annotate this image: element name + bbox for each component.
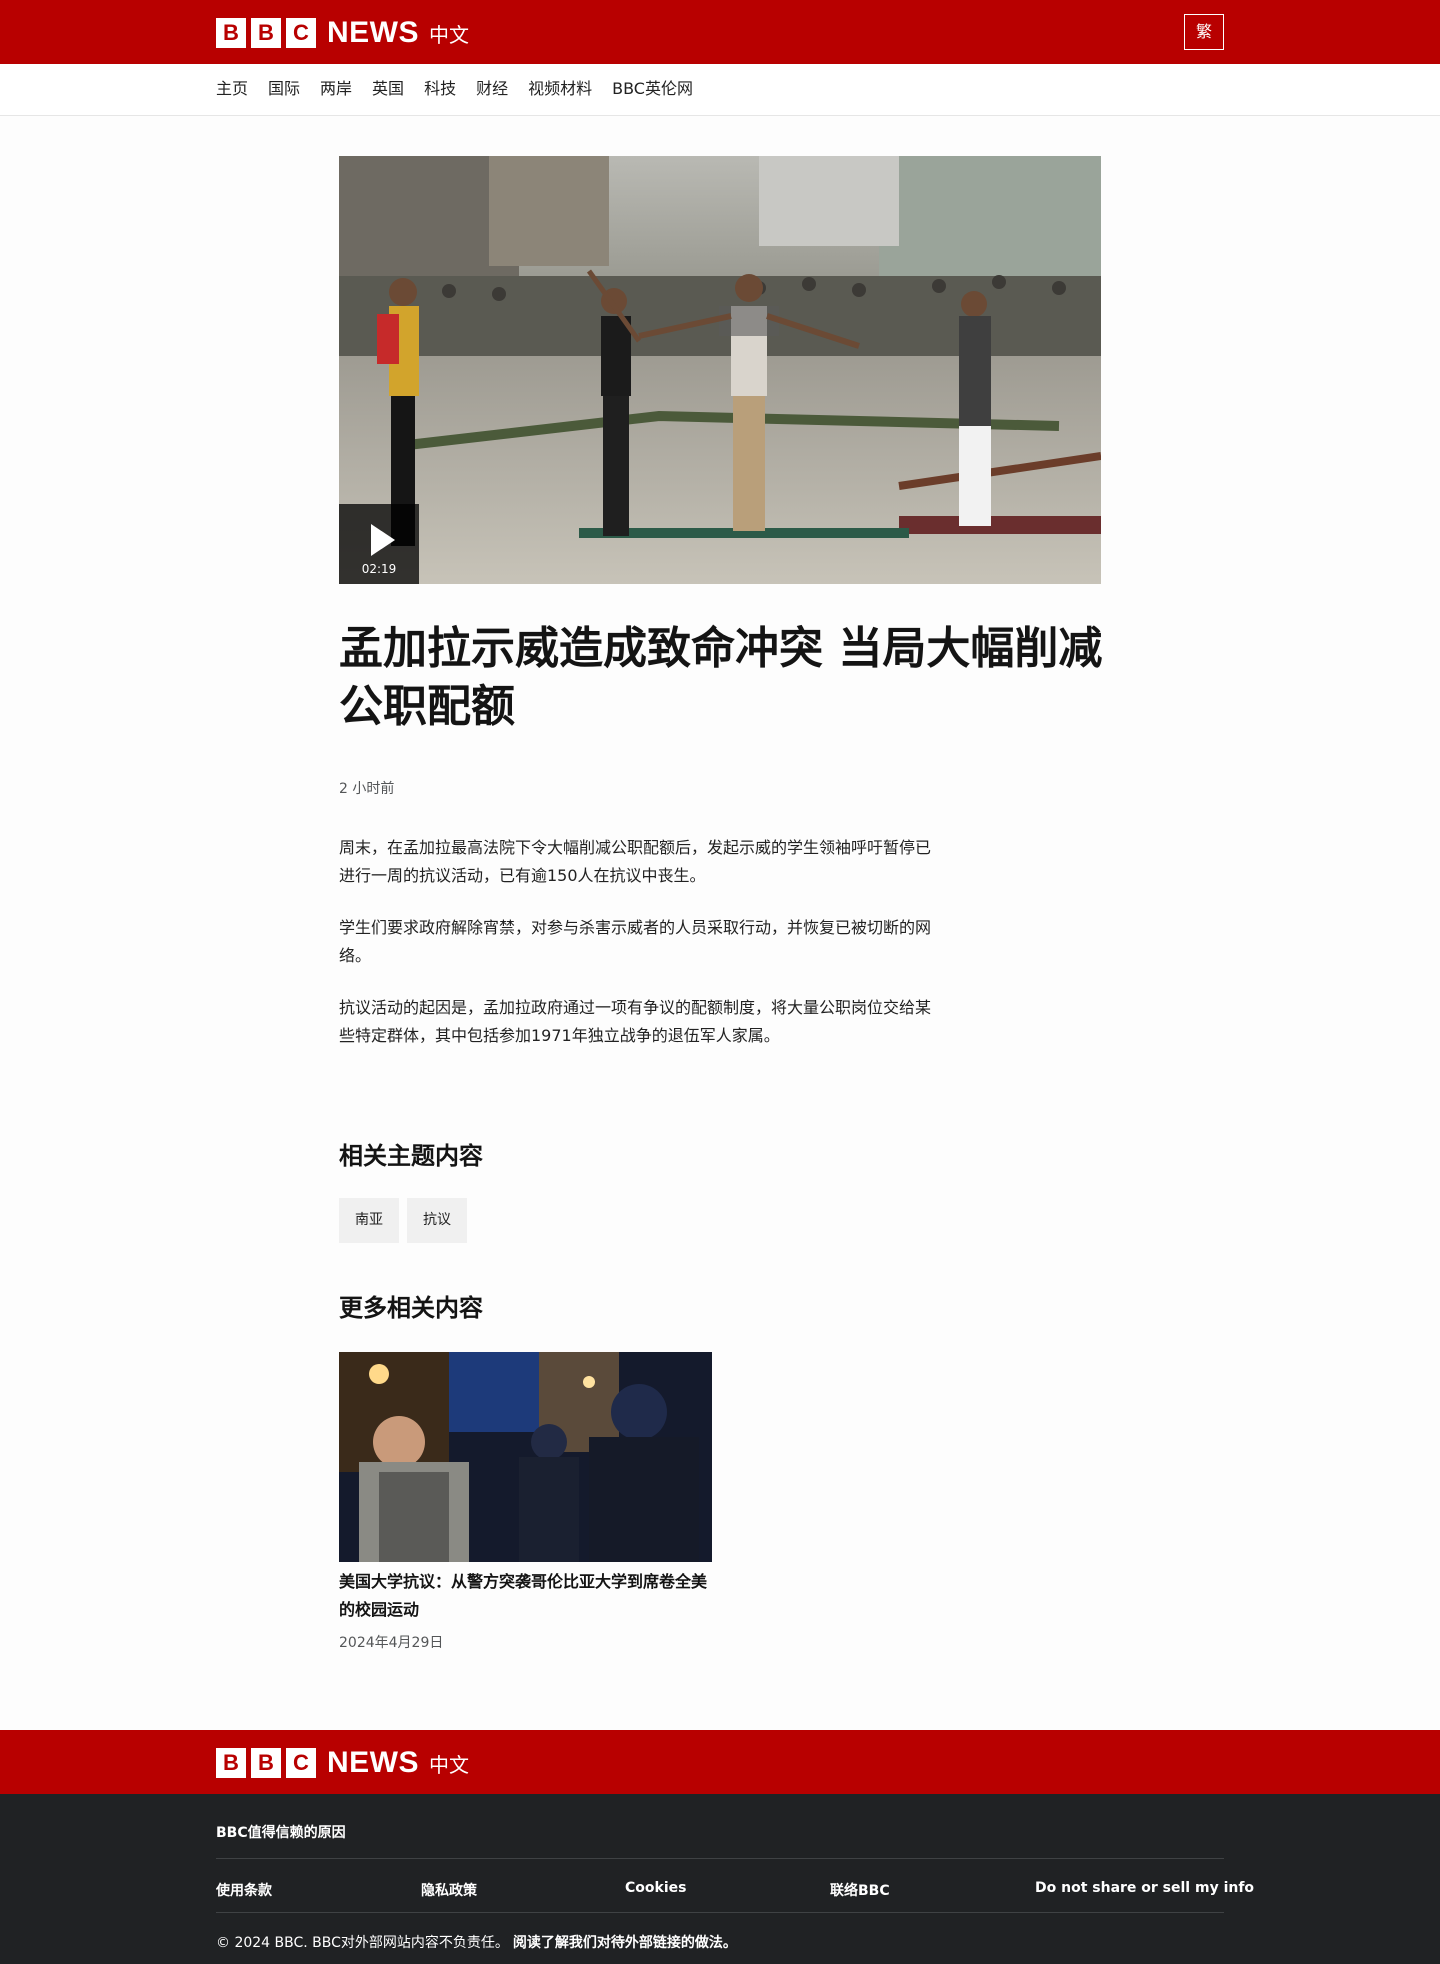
logo-news: NEWS (327, 1746, 419, 1779)
video-duration: 02:19 (361, 562, 397, 576)
play-button[interactable]: 02:19 (339, 504, 419, 584)
bbc-news-logo[interactable]: B B C NEWS 中文 (216, 16, 469, 50)
logo-letter-b1: B (216, 1748, 246, 1778)
footer-divider (216, 1858, 1224, 1859)
article-body: 周末，在孟加拉最高法院下令大幅削减公职配额后，发起示威的学生领袖呼吁暂停已进行一… (339, 834, 939, 1074)
logo-letter-c: C (286, 1748, 316, 1778)
more-related-title: 更多相关内容 (339, 1294, 483, 1322)
footer-link-contact[interactable]: 联络BBC (830, 1880, 890, 1900)
nav-item-tech[interactable]: 科技 (424, 79, 456, 99)
topic-tags: 南亚 抗议 (339, 1198, 475, 1243)
logo-news: NEWS (327, 16, 419, 49)
related-card-image[interactable] (339, 1352, 712, 1562)
footer-link-terms[interactable]: 使用条款 (216, 1880, 272, 1900)
external-links-policy-link[interactable]: 阅读了解我们对待外部链接的做法。 (513, 1935, 737, 1951)
logo-chinese: 中文 (429, 1752, 469, 1777)
footer-brand-bar: B B C NEWS 中文 (0, 1730, 1440, 1794)
copyright-notice: © 2024 BBC. BBC对外部网站内容不负责任。 阅读了解我们对待外部链接的… (216, 1932, 737, 1952)
related-card-title[interactable]: 美国大学抗议：从警方突袭哥伦比亚大学到席卷全美的校园运动 (339, 1568, 719, 1624)
logo-chinese: 中文 (429, 22, 469, 47)
play-icon (371, 524, 395, 556)
topic-tag-south-asia[interactable]: 南亚 (339, 1198, 399, 1243)
logo-letter-b2: B (251, 1748, 281, 1778)
footer-divider (216, 1912, 1224, 1913)
footer-link-privacy[interactable]: 隐私政策 (421, 1880, 477, 1900)
nav-item-cross-strait[interactable]: 两岸 (320, 79, 352, 99)
why-trust-bbc-link[interactable]: BBC值得信赖的原因 (216, 1822, 346, 1842)
topic-tag-protest[interactable]: 抗议 (407, 1198, 467, 1243)
campus-protest-photo (339, 1352, 712, 1562)
nav-item-finance[interactable]: 财经 (476, 79, 508, 99)
protest-photo (339, 156, 1101, 584)
logo-letter-b1: B (216, 18, 246, 48)
nav-item-international[interactable]: 国际 (268, 79, 300, 99)
copyright-text: © 2024 BBC. BBC对外部网站内容不负责任。 (216, 1935, 509, 1951)
footer: BBC值得信赖的原因 使用条款 隐私政策 Cookies 联络BBC Do no… (0, 1794, 1440, 1964)
article-paragraph: 抗议活动的起因是，孟加拉政府通过一项有争议的配额制度，将大量公职岗位交给某些特定… (339, 998, 932, 1045)
footer-bbc-news-logo[interactable]: B B C NEWS 中文 (216, 1746, 469, 1780)
logo-letter-b2: B (251, 18, 281, 48)
nav-item-home[interactable]: 主页 (216, 79, 248, 99)
nav-item-bbc-uk-china[interactable]: BBC英伦网 (612, 79, 693, 99)
article-paragraph: 周末，在孟加拉最高法院下令大幅削减公职配额后，发起示威的学生领袖呼吁暂停已进行一… (339, 838, 932, 885)
related-topics-title: 相关主题内容 (339, 1142, 483, 1170)
main-navigation: 主页 国际 两岸 英国 科技 财经 视频材料 BBC英伦网 (0, 64, 1440, 116)
video-player[interactable]: 02:19 (339, 156, 1101, 584)
nav-item-video[interactable]: 视频材料 (528, 79, 592, 99)
nav-item-uk[interactable]: 英国 (372, 79, 404, 99)
related-card-date: 2024年4月29日 (339, 1635, 444, 1651)
footer-link-cookies[interactable]: Cookies (625, 1880, 686, 1896)
site-header: B B C NEWS 中文 繁 (0, 0, 1440, 64)
logo-letter-c: C (286, 18, 316, 48)
article-headline: 孟加拉示威造成致命冲突 当局大幅削减公职配额 (339, 623, 1103, 732)
article-timestamp: 2 小时前 (339, 781, 395, 797)
traditional-chinese-toggle[interactable]: 繁 (1184, 14, 1224, 50)
footer-link-do-not-sell[interactable]: Do not share or sell my info (1035, 1880, 1254, 1896)
article-paragraph: 学生们要求政府解除宵禁，对参与杀害示威者的人员采取行动，并恢复已被切断的网络。 (339, 918, 932, 965)
